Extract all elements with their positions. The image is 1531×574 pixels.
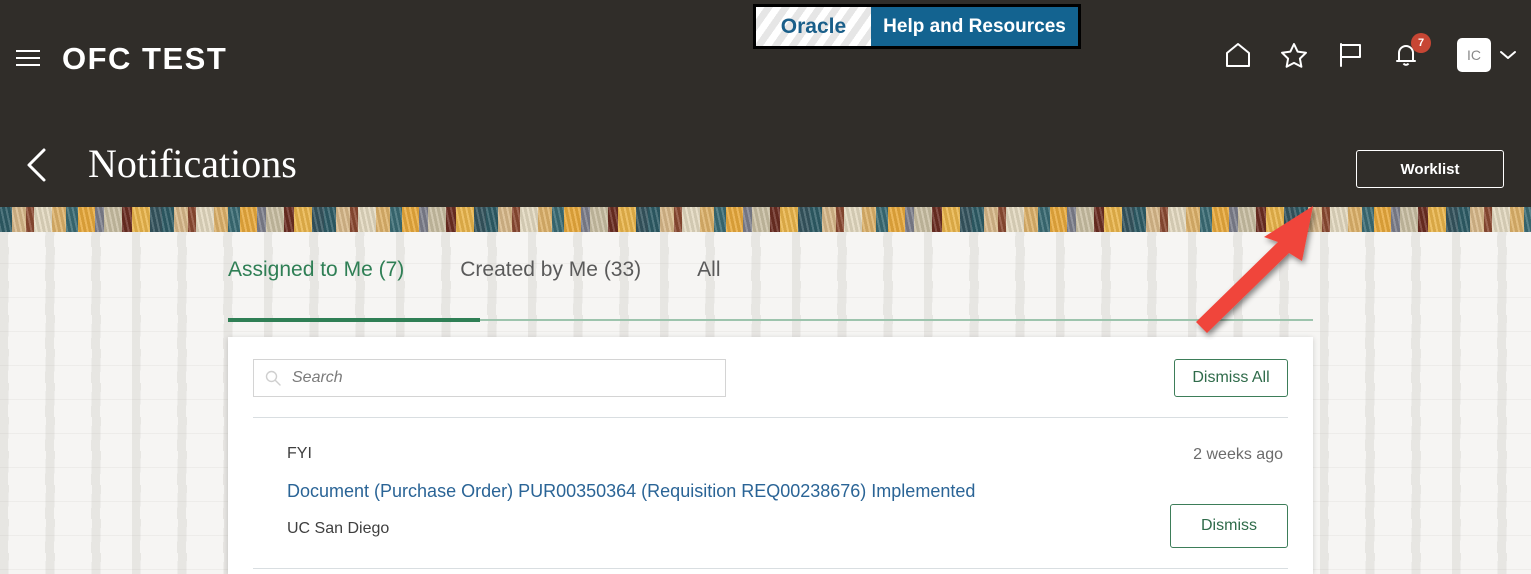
oracle-badge-left: Oracle bbox=[756, 7, 871, 46]
tab-active-indicator bbox=[228, 318, 480, 322]
notification-title-link[interactable]: Document (Purchase Order) PUR00350364 (R… bbox=[287, 481, 975, 502]
notification-org: UC San Diego bbox=[287, 520, 390, 537]
notifications-card: Dismiss All FYI Document (Purchase Order… bbox=[228, 337, 1313, 574]
brand-logo: OFC TEST bbox=[62, 41, 228, 76]
oracle-badge-label: Help and Resources bbox=[883, 15, 1066, 37]
tab-created-by-me[interactable]: Created by Me (33) bbox=[432, 258, 669, 301]
bell-icon[interactable]: 7 bbox=[1391, 33, 1431, 70]
hamburger-menu-icon[interactable] bbox=[14, 44, 42, 72]
notification-count-badge: 7 bbox=[1411, 33, 1431, 53]
oracle-help-and-resources-badge[interactable]: Oracle Help and Resources bbox=[753, 4, 1081, 49]
notification-timestamp: 2 weeks ago bbox=[1193, 446, 1283, 463]
oracle-wordmark: Oracle bbox=[780, 14, 847, 38]
back-chevron-icon[interactable] bbox=[20, 146, 54, 184]
page-sub-header: Notifications bbox=[0, 122, 1531, 207]
search-input[interactable] bbox=[253, 359, 726, 397]
flag-icon[interactable] bbox=[1335, 40, 1365, 70]
dismiss-all-button[interactable]: Dismiss All bbox=[1174, 359, 1288, 397]
star-icon[interactable] bbox=[1279, 40, 1309, 70]
user-menu[interactable]: IC bbox=[1457, 38, 1517, 72]
oracle-badge-right: Help and Resources bbox=[871, 7, 1078, 46]
notification-row: FYI Document (Purchase Order) PUR0035036… bbox=[228, 418, 1313, 568]
dismiss-button[interactable]: Dismiss bbox=[1170, 504, 1288, 548]
home-icon[interactable] bbox=[1223, 40, 1253, 70]
header-icon-group: 7 IC bbox=[1223, 33, 1517, 72]
notification-row-divider bbox=[253, 568, 1288, 569]
avatar: IC bbox=[1457, 38, 1491, 72]
notification-tabs: Assigned to Me (7) Created by Me (33) Al… bbox=[228, 258, 749, 301]
page-title: Notifications bbox=[88, 141, 297, 186]
notifications-page: OFC TEST Oracle Help and Resources 7 IC … bbox=[0, 0, 1531, 574]
chevron-down-icon bbox=[1500, 51, 1516, 59]
worklist-button[interactable]: Worklist bbox=[1356, 150, 1504, 188]
notification-type: FYI bbox=[287, 445, 312, 462]
tab-all[interactable]: All bbox=[669, 258, 748, 301]
global-header: OFC TEST Oracle Help and Resources 7 IC bbox=[0, 0, 1531, 122]
tab-assigned-to-me[interactable]: Assigned to Me (7) bbox=[228, 258, 432, 301]
search-field-wrapper bbox=[253, 359, 726, 397]
decorative-banner-strip bbox=[0, 207, 1531, 232]
